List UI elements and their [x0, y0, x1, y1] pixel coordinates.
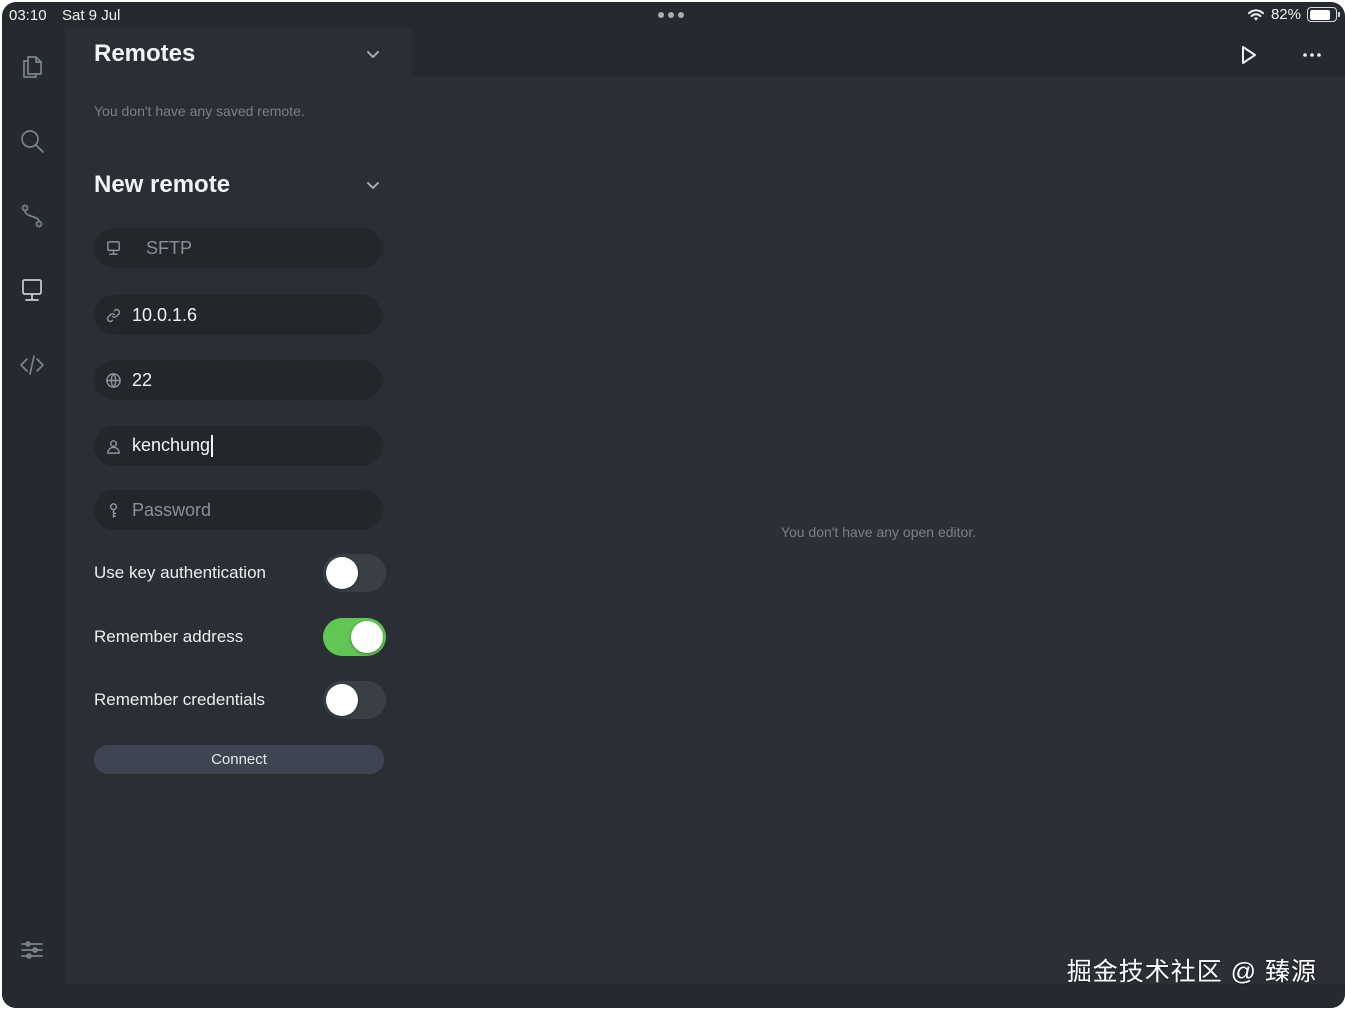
key-auth-row: Use key authentication	[94, 553, 386, 593]
activity-bar	[2, 28, 65, 984]
status-indicators: 82%	[1247, 6, 1340, 23]
editor-area: You don't have any open editor.	[412, 77, 1345, 984]
watermark: 掘金技术社区 @ 臻源	[1066, 958, 1317, 986]
protocol-value: SFTP	[146, 237, 193, 258]
remotes-title: Remotes	[94, 40, 196, 67]
port-value: 22	[132, 369, 153, 390]
remember-address-row: Remember address	[94, 617, 386, 657]
link-icon	[104, 306, 122, 324]
battery-percent: 82%	[1270, 6, 1301, 23]
password-placeholder: Password	[132, 499, 212, 520]
source-control-icon[interactable]	[16, 200, 48, 232]
remember-credentials-row: Remember credentials	[94, 680, 386, 720]
remotes-empty-message: You don't have any saved remote.	[94, 103, 305, 119]
remember-credentials-toggle[interactable]	[323, 681, 386, 719]
connect-button[interactable]: Connect	[94, 745, 384, 774]
address-field[interactable]: 10.0.1.6	[94, 295, 382, 335]
globe-icon	[104, 371, 122, 389]
monitor-icon	[104, 239, 122, 257]
files-icon[interactable]	[16, 50, 48, 82]
run-play-icon[interactable]	[1234, 42, 1262, 68]
key-auth-toggle[interactable]	[323, 554, 386, 592]
key-auth-label: Use key authentication	[94, 563, 266, 582]
status-date: Sat 9 Jul	[62, 7, 121, 24]
new-remote-title: New remote	[94, 171, 231, 198]
multitasking-dots-icon[interactable]	[658, 12, 684, 18]
user-icon	[104, 437, 122, 455]
search-icon[interactable]	[16, 125, 48, 157]
address-value: 10.0.1.6	[132, 304, 198, 325]
remotes-collapse-chevron-down-icon[interactable]	[362, 43, 384, 65]
username-value: kenchung	[132, 435, 214, 458]
remember-credentials-label: Remember credentials	[94, 690, 266, 709]
username-field[interactable]: kenchung	[94, 426, 382, 466]
remember-address-toggle[interactable]	[323, 618, 386, 656]
remember-address-label: Remember address	[94, 627, 244, 646]
battery-fill	[1309, 9, 1330, 20]
code-icon[interactable]	[16, 349, 48, 381]
remote-icon[interactable]	[16, 274, 48, 306]
editor-empty-message: You don't have any open editor.	[780, 524, 977, 540]
status-time: 03:10	[9, 7, 47, 24]
key-icon	[104, 501, 122, 519]
remotes-sidebar: Remotes You don't have any saved remote.…	[65, 28, 412, 984]
battery-icon	[1307, 7, 1340, 22]
text-caret	[211, 435, 214, 458]
protocol-select[interactable]: SFTP	[94, 228, 382, 268]
status-bar: 03:10 Sat 9 Jul 82%	[2, 2, 1345, 28]
password-field[interactable]: Password	[94, 490, 382, 530]
wifi-icon	[1247, 8, 1264, 20]
app-window: 03:10 Sat 9 Jul 82% Remotes You don't ha…	[2, 2, 1345, 1008]
more-options-icon[interactable]	[1298, 42, 1326, 68]
port-field[interactable]: 22	[94, 360, 382, 400]
settings-sliders-icon[interactable]	[16, 934, 48, 966]
editor-toolbar	[412, 28, 1345, 77]
new-remote-collapse-chevron-down-icon[interactable]	[362, 174, 384, 196]
